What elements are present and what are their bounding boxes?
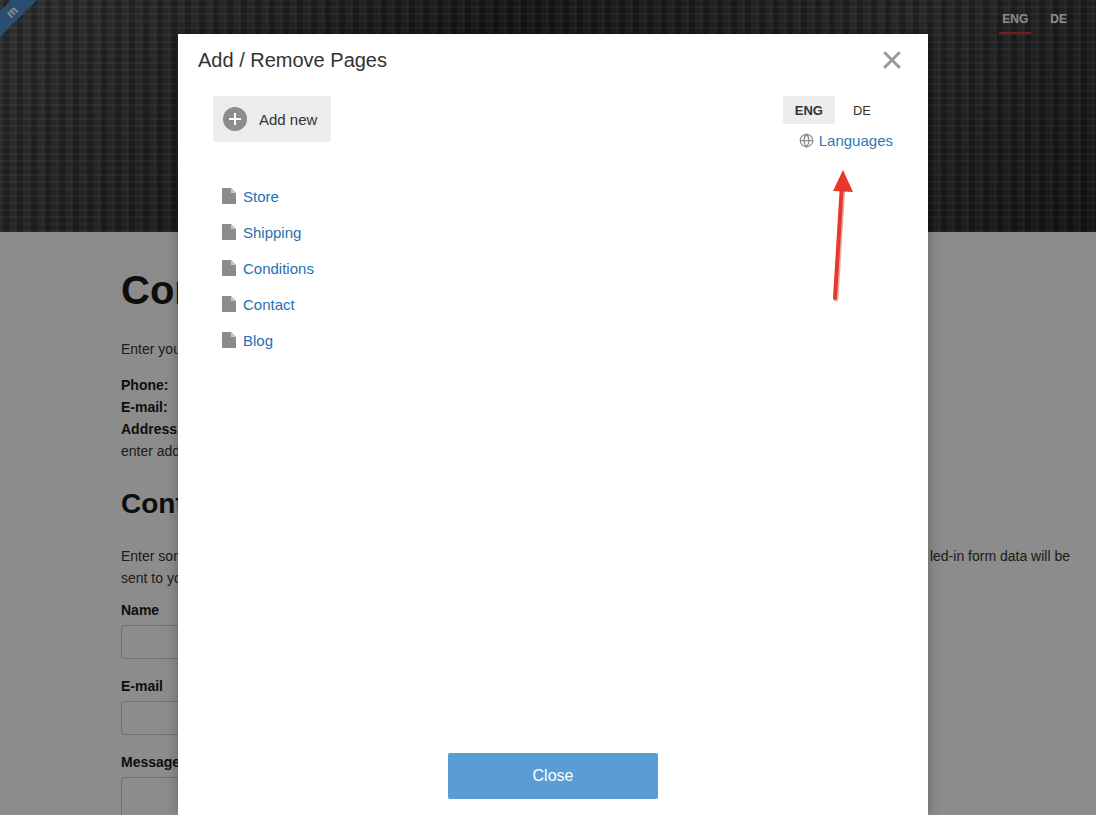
page-list: Store Shipping Conditions Contact Blog	[213, 178, 893, 358]
page: mENGDEConEnter youPhone:E-mail:Addressen…	[0, 0, 1096, 815]
page-icon	[222, 224, 236, 240]
dialog-close-button[interactable]	[878, 46, 906, 74]
page-icon	[222, 296, 236, 312]
page-list-item: Shipping	[222, 214, 893, 250]
page-list-item: Blog	[222, 322, 893, 358]
annotation-arrow-icon	[820, 160, 860, 310]
language-panel: ENGDE Languages	[783, 96, 893, 149]
close-icon	[878, 46, 906, 74]
dialog-title: Add / Remove Pages	[198, 47, 387, 73]
page-list-item: Store	[222, 178, 893, 214]
page-link[interactable]: Shipping	[243, 224, 301, 241]
add-new-button[interactable]: Add new	[213, 96, 331, 142]
pages-dialog: Add / Remove Pages Add new ENGDE Languages S…	[178, 34, 928, 815]
page-list-item: Conditions	[222, 250, 893, 286]
page-link[interactable]: Contact	[243, 296, 295, 313]
dialog-toolbar: Add new ENGDE Languages	[213, 96, 893, 149]
dialog-footer: Close	[178, 753, 928, 815]
close-button[interactable]: Close	[448, 753, 658, 799]
languages-label: Languages	[819, 132, 893, 149]
globe-icon	[799, 133, 814, 148]
page-link[interactable]: Store	[243, 188, 279, 205]
page-icon	[222, 188, 236, 204]
language-tab[interactable]: DE	[841, 96, 883, 124]
page-link[interactable]: Blog	[243, 332, 273, 349]
language-tabs: ENGDE	[783, 96, 883, 124]
dialog-header: Add / Remove Pages	[178, 34, 928, 74]
languages-link[interactable]: Languages	[799, 132, 893, 149]
page-icon	[222, 260, 236, 276]
add-new-label: Add new	[259, 111, 317, 128]
page-link[interactable]: Conditions	[243, 260, 314, 277]
language-tab[interactable]: ENG	[783, 96, 835, 124]
dialog-body: Add new ENGDE Languages Store Shipping Condit…	[178, 74, 928, 753]
page-list-item: Contact	[222, 286, 893, 322]
plus-circle-icon	[223, 107, 247, 131]
page-icon	[222, 332, 236, 348]
